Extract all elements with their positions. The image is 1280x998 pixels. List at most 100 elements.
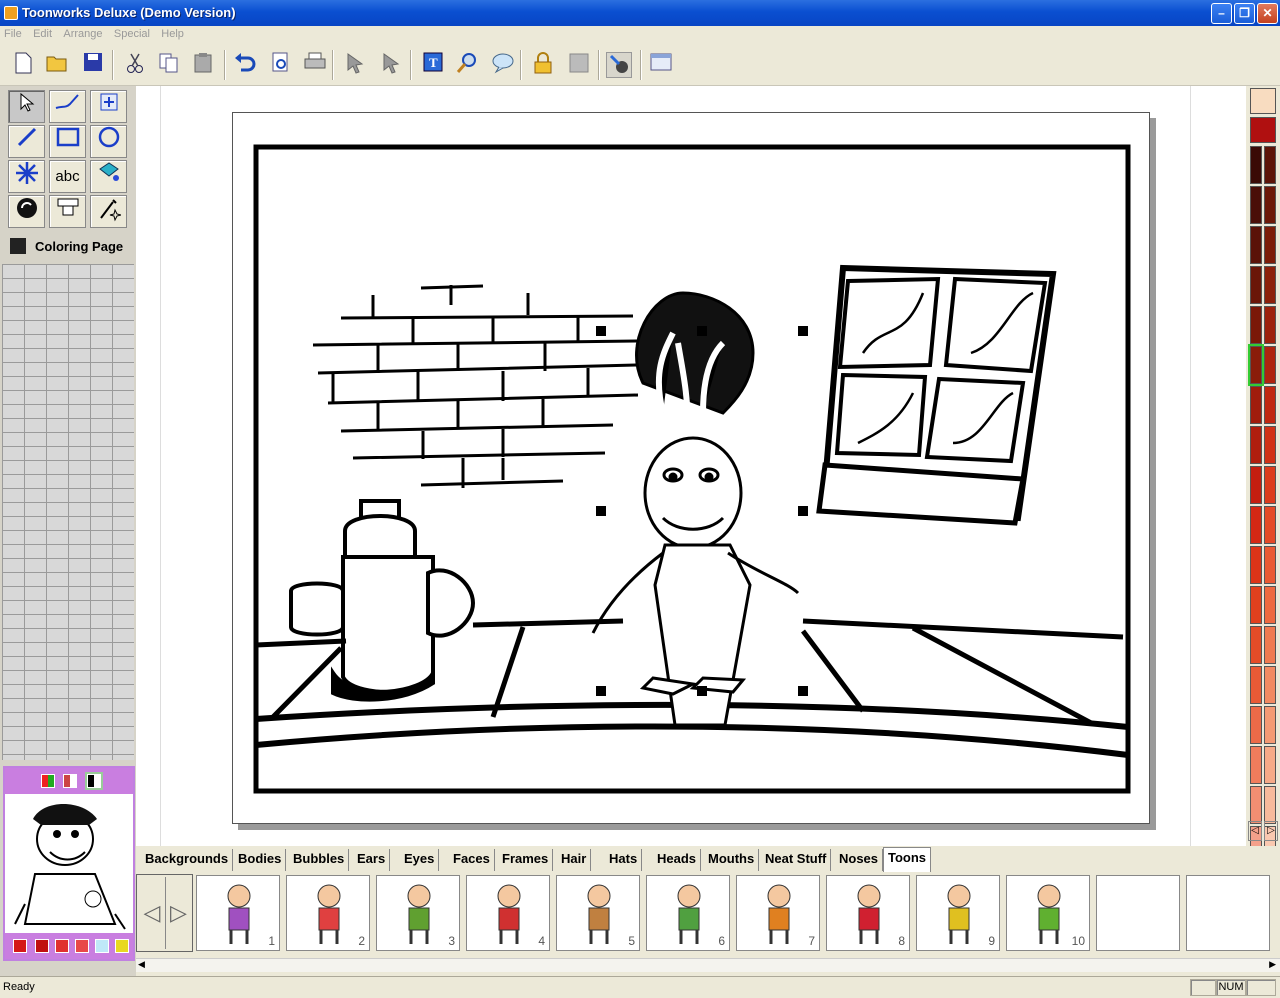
preview-swatch[interactable] [13,939,27,953]
palette-color-swatch[interactable] [1250,706,1262,744]
page-preview[interactable] [3,766,135,961]
clipart-thumb[interactable]: 7 [736,875,820,951]
palette-color-swatch[interactable] [1264,746,1276,784]
maximize-button[interactable]: ❐ [1234,3,1255,24]
text-tool-icon[interactable]: T [420,52,446,78]
tab-neat-stuff[interactable]: Neat Stuff [761,849,832,871]
palette-color-swatch[interactable] [1250,306,1262,344]
palette-color-swatch[interactable] [1264,346,1276,384]
close-button[interactable]: ✕ [1257,3,1278,24]
palette-color-swatch[interactable] [1264,706,1276,744]
ellipse-tool-icon[interactable] [90,125,127,158]
tab-toons[interactable]: Toons [883,847,932,872]
group-icon[interactable] [566,52,592,78]
bring-forward-icon[interactable] [342,52,368,78]
sound-icon[interactable] [606,52,632,78]
palette-color-swatch[interactable] [1264,586,1276,624]
palette-color-swatch[interactable] [1250,426,1262,464]
preview-swatch[interactable] [55,939,69,953]
stamp-icon[interactable] [49,195,86,228]
palette-color-swatch[interactable] [1264,226,1276,264]
palette-color-swatch[interactable] [1250,146,1262,184]
palette-scroll-left-icon[interactable]: ◁ [1248,821,1262,841]
palette-color-swatch[interactable] [1264,466,1276,504]
menu-special[interactable]: Special [110,26,154,42]
palette-color-swatch[interactable] [1250,786,1262,824]
save-icon[interactable] [80,52,106,78]
palette-color-swatch[interactable] [1250,746,1262,784]
speech-bubble-icon[interactable] [490,52,516,78]
clipart-thumb[interactable]: 10 [1006,875,1090,951]
preview-swatch[interactable] [95,939,109,953]
palette-color-swatch[interactable] [1250,586,1262,624]
tab-noses[interactable]: Noses [835,849,884,871]
lock-icon[interactable] [530,52,556,78]
snowflake-icon[interactable] [8,160,45,193]
menu-file[interactable]: File [0,26,26,42]
palette-color-swatch[interactable] [1264,426,1276,464]
preview-swatch[interactable] [75,939,89,953]
palette-color-swatch[interactable] [1264,666,1276,704]
strip-prev-icon[interactable]: ◁ [139,877,165,949]
coloring-page-paper[interactable] [232,112,1150,824]
current-line-swatch[interactable] [1250,117,1276,143]
palette-color-swatch[interactable] [1264,546,1276,584]
tab-bubbles[interactable]: Bubbles [289,849,350,871]
palette-color-swatch[interactable] [1264,386,1276,424]
rotate-icon[interactable] [8,195,45,228]
tab-backgrounds[interactable]: Backgrounds [141,849,234,871]
tab-faces[interactable]: Faces [449,849,495,871]
clipart-thumb-empty[interactable] [1186,875,1270,951]
window-icon[interactable] [648,52,674,78]
clipart-thumb-empty[interactable] [1096,875,1180,951]
clipart-thumb[interactable]: 3 [376,875,460,951]
tab-eyes[interactable]: Eyes [400,849,440,871]
tab-frames[interactable]: Frames [498,849,554,871]
coloring-page-label[interactable]: Coloring Page [35,239,123,254]
tab-mouths[interactable]: Mouths [704,849,760,871]
magic-wand-icon[interactable] [90,195,127,228]
palette-color-swatch[interactable] [1264,186,1276,224]
palette-color-swatch[interactable] [1264,306,1276,344]
palette-color-swatch[interactable] [1250,666,1262,704]
rectangle-tool-icon[interactable] [49,125,86,158]
palette-color-swatch[interactable] [1250,386,1262,424]
split-mode-icon[interactable] [63,774,77,788]
palette-color-swatch[interactable] [1264,506,1276,544]
palette-color-swatch[interactable] [1250,546,1262,584]
copy-icon[interactable] [156,52,182,78]
clipart-thumb[interactable]: 9 [916,875,1000,951]
palette-color-swatch[interactable] [1250,506,1262,544]
tab-heads[interactable]: Heads [653,849,702,871]
palette-color-swatch[interactable] [1264,626,1276,664]
pen-icon[interactable] [49,90,86,123]
palette-color-swatch[interactable] [1264,786,1276,824]
palette-color-swatch[interactable] [1250,186,1262,224]
send-backward-icon[interactable] [378,52,404,78]
palette-color-swatch[interactable] [1250,226,1262,264]
paste-icon[interactable] [190,52,216,78]
line-tool-icon[interactable] [8,125,45,158]
tab-hair[interactable]: Hair [557,849,592,871]
bw-mode-icon[interactable] [85,772,103,790]
tab-ears[interactable]: Ears [353,849,391,871]
open-folder-icon[interactable] [44,52,70,78]
clipart-thumb[interactable]: 4 [466,875,550,951]
palette-color-swatch[interactable] [1264,266,1276,304]
clipart-thumb[interactable]: 5 [556,875,640,951]
undo-icon[interactable] [232,52,258,78]
import-image-icon[interactable] [90,90,127,123]
new-file-icon[interactable] [10,52,36,78]
paint-bucket-icon[interactable] [90,160,127,193]
select-arrow-icon[interactable] [8,90,45,123]
clipart-thumb[interactable]: 1 [196,875,280,951]
menu-arrange[interactable]: Arrange [59,26,106,42]
color-palette[interactable]: ◁ ▷ [1246,86,1280,864]
coloring-scene[interactable] [233,113,1151,825]
tab-bodies[interactable]: Bodies [234,849,287,871]
horizontal-scrollbar[interactable]: ◀ ▶ [136,958,1280,972]
text-tool[interactable]: abc [49,160,86,193]
palette-color-swatch[interactable] [1264,146,1276,184]
current-fill-swatch[interactable] [1250,88,1276,114]
strip-next-icon[interactable]: ▷ [165,877,191,949]
